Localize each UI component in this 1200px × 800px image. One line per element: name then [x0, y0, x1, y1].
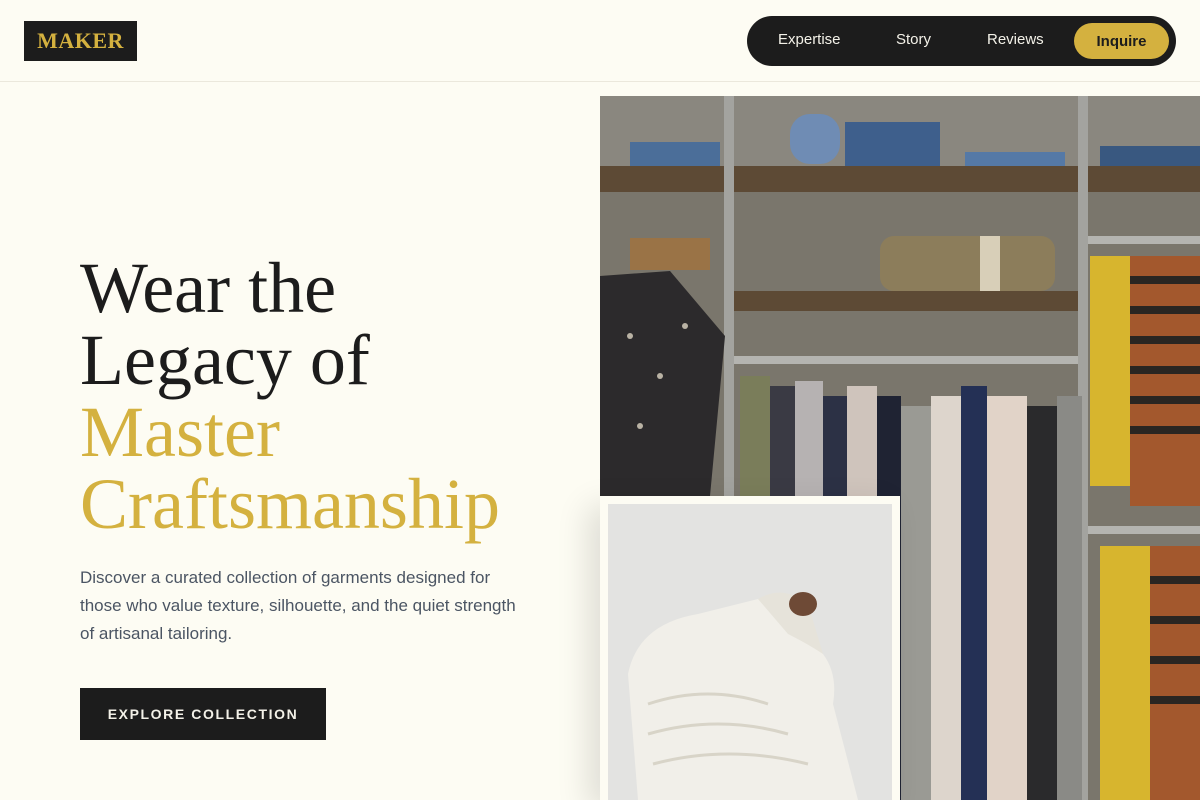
brand-logo-text: MAKER: [37, 28, 124, 53]
site-header: MAKER Expertise Story Reviews Inquire: [0, 0, 1200, 82]
knit-sweater-photo-frame: [600, 496, 900, 800]
hero-title-highlight-2: Craftsmanship: [80, 464, 500, 544]
nav-item-expertise[interactable]: Expertise: [778, 31, 841, 48]
hero-description: Discover a curated collection of garment…: [80, 568, 516, 643]
hero-title: Wear the Legacy of Master Craftsmanship: [80, 252, 600, 540]
brand-logo[interactable]: MAKER: [24, 21, 137, 61]
knit-sweater-photo: [608, 504, 892, 800]
hero-title-line-1: Wear the: [80, 248, 337, 328]
inquire-button[interactable]: Inquire: [1074, 23, 1169, 59]
hero-title-highlight-1: Master: [80, 392, 280, 472]
hero-title-line-2: Legacy of: [80, 320, 370, 400]
nav-item-reviews[interactable]: Reviews: [987, 31, 1044, 48]
main-nav: Expertise Story Reviews Inquire: [747, 16, 1176, 66]
explore-collection-button[interactable]: EXPLORE COLLECTION: [80, 688, 326, 740]
nav-item-story[interactable]: Story: [896, 31, 931, 48]
